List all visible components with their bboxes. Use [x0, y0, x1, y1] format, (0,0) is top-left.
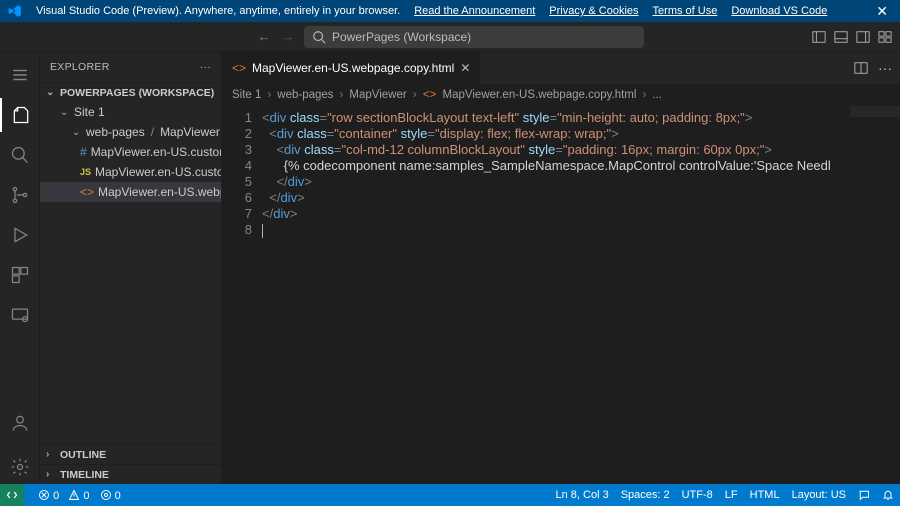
settings-gear-icon[interactable]: [0, 450, 40, 484]
tree-file[interactable]: #MapViewer.en-US.customc...: [40, 142, 221, 162]
explorer-icon[interactable]: [0, 98, 40, 132]
line-number-gutter: 12345678: [222, 106, 262, 484]
status-right: Ln 8, Col 3 Spaces: 2 UTF-8 LF HTML Layo…: [555, 489, 894, 501]
search-icon: [312, 30, 326, 44]
breadcrumb-item[interactable]: MapViewer.en-US.webpage.copy.html: [443, 89, 637, 101]
status-encoding[interactable]: UTF-8: [682, 489, 713, 501]
command-center-search[interactable]: PowerPages (Workspace): [304, 26, 644, 48]
banner-link[interactable]: Privacy & Cookies: [549, 5, 638, 17]
extensions-icon[interactable]: [0, 258, 40, 292]
editor-tabs: <> MapViewer.en-US.webpage.copy.html ✕ ·…: [222, 52, 900, 84]
minimap[interactable]: [850, 106, 900, 216]
js-file-icon: JS: [80, 167, 91, 177]
timeline-label: TIMELINE: [60, 469, 109, 481]
explorer-sidebar: EXPLORER ··· ⌄ POWERPAGES (WORKSPACE) ⌄S…: [40, 52, 222, 484]
status-bar: 0 0 0 Ln 8, Col 3 Spaces: 2 UTF-8 LF HTM…: [0, 484, 900, 506]
outline-label: OUTLINE: [60, 449, 106, 461]
remote-explorer-icon[interactable]: [0, 298, 40, 332]
banner-title: Visual Studio Code (Preview). Anywhere, …: [36, 5, 400, 17]
editor-tab[interactable]: <> MapViewer.en-US.webpage.copy.html ✕: [222, 52, 481, 84]
layout-controls: [812, 30, 892, 44]
account-icon[interactable]: [0, 406, 40, 440]
layout-customize-icon[interactable]: [878, 30, 892, 44]
remote-indicator[interactable]: [0, 484, 24, 506]
more-icon[interactable]: ···: [878, 60, 892, 76]
html-file-icon: <>: [423, 89, 437, 101]
workspace-label: POWERPAGES (WORKSPACE): [60, 87, 214, 99]
close-icon[interactable]: ✕: [872, 3, 892, 20]
status-eol[interactable]: LF: [725, 489, 738, 501]
breadcrumb-item[interactable]: Site 1: [232, 89, 261, 101]
workspace-section-header[interactable]: ⌄ POWERPAGES (WORKSPACE): [40, 82, 221, 102]
breadcrumb-item[interactable]: MapViewer: [349, 89, 406, 101]
status-language[interactable]: HTML: [750, 489, 780, 501]
explorer-header: EXPLORER ···: [40, 52, 221, 82]
breadcrumb-item[interactable]: ...: [652, 89, 662, 101]
css-file-icon: #: [80, 145, 87, 159]
timeline-section-header[interactable]: ›TIMELINE: [40, 464, 221, 484]
status-ports[interactable]: 0: [100, 489, 121, 502]
html-file-icon: <>: [232, 61, 246, 75]
tree-file[interactable]: <>MapViewer.en-US.webpag...: [40, 182, 221, 202]
back-arrow-icon[interactable]: ←: [256, 29, 272, 44]
split-editor-icon[interactable]: [854, 61, 868, 75]
layout-panel-right-icon[interactable]: [856, 30, 870, 44]
banner-links: Read the Announcement Privacy & Cookies …: [414, 5, 827, 17]
menu-icon[interactable]: [0, 58, 40, 92]
layout-panel-bottom-icon[interactable]: [834, 30, 848, 44]
tree-file[interactable]: JSMapViewer.en-US.customj...: [40, 162, 221, 182]
explorer-title: EXPLORER: [50, 61, 110, 73]
title-bar: ← → PowerPages (Workspace): [0, 22, 900, 52]
activity-bar: [0, 52, 40, 484]
file-tree: ⌄Site 1 ⌄web-pages/MapViewer #MapViewer.…: [40, 102, 221, 444]
search-activity-icon[interactable]: [0, 138, 40, 172]
tree-folder[interactable]: ⌄web-pages/MapViewer: [40, 122, 221, 142]
close-tab-icon[interactable]: ✕: [460, 61, 470, 75]
html-file-icon: <>: [80, 185, 94, 199]
status-problems[interactable]: 0 0: [38, 489, 90, 502]
code-editor[interactable]: 12345678 <div class="row sectionBlockLay…: [222, 106, 900, 484]
forward-arrow-icon[interactable]: →: [280, 29, 296, 44]
breadcrumbs[interactable]: Site 1› web-pages› MapViewer› <> MapView…: [222, 84, 900, 106]
run-debug-icon[interactable]: [0, 218, 40, 252]
source-control-icon[interactable]: [0, 178, 40, 212]
top-banner: Visual Studio Code (Preview). Anywhere, …: [0, 0, 900, 22]
breadcrumb-item[interactable]: web-pages: [277, 89, 333, 101]
banner-link[interactable]: Terms of Use: [653, 5, 718, 17]
more-icon[interactable]: ···: [200, 61, 211, 73]
vs-code-icon: [8, 4, 22, 18]
banner-link[interactable]: Read the Announcement: [414, 5, 535, 17]
banner-link[interactable]: Download VS Code: [731, 5, 827, 17]
tree-folder-root[interactable]: ⌄Site 1: [40, 102, 221, 122]
search-placeholder: PowerPages (Workspace): [332, 30, 471, 44]
status-indent[interactable]: Spaces: 2: [621, 489, 670, 501]
status-layout[interactable]: Layout: US: [792, 489, 846, 501]
status-cursor[interactable]: Ln 8, Col 3: [555, 489, 608, 501]
editor-actions: ···: [846, 52, 900, 84]
code-content[interactable]: <div class="row sectionBlockLayout text-…: [262, 106, 900, 484]
layout-panel-left-icon[interactable]: [812, 30, 826, 44]
editor-group: <> MapViewer.en-US.webpage.copy.html ✕ ·…: [222, 52, 900, 484]
outline-section-header[interactable]: ›OUTLINE: [40, 444, 221, 464]
tab-filename: MapViewer.en-US.webpage.copy.html: [252, 61, 454, 75]
feedback-icon[interactable]: [858, 489, 870, 501]
bell-icon[interactable]: [882, 489, 894, 501]
